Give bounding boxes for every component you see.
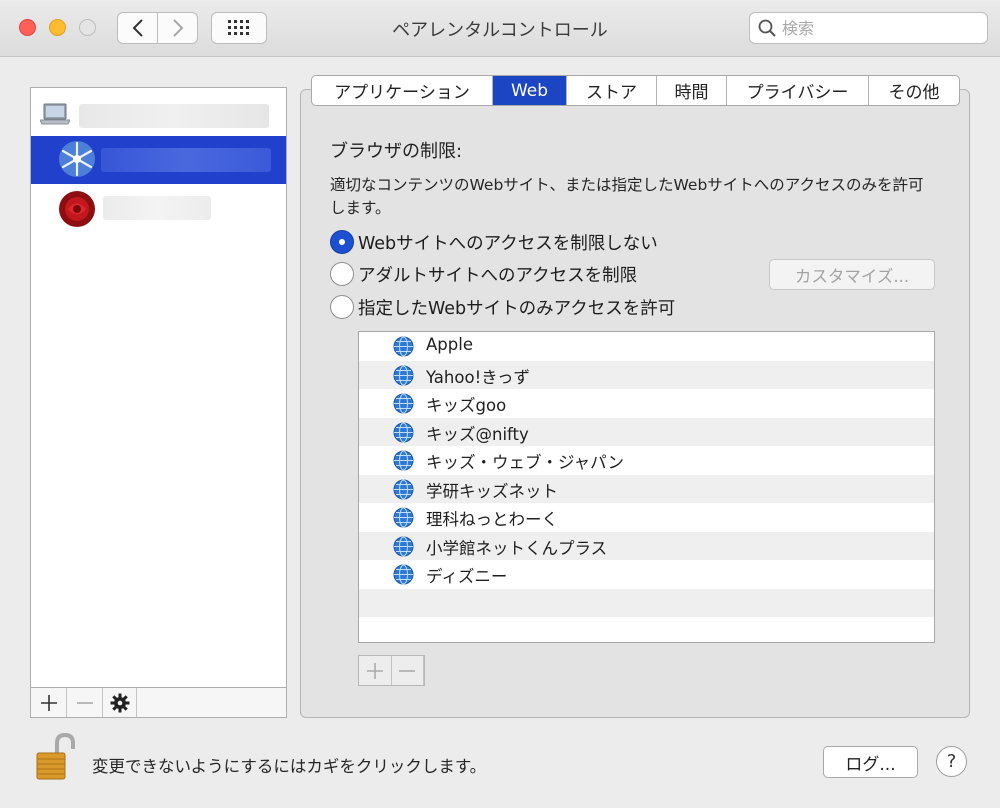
blurred-user-name	[101, 148, 271, 172]
site-name: キッズ・ウェブ・ジャパン	[426, 453, 624, 472]
list-item[interactable]: ディズニー	[359, 560, 934, 589]
site-name: 理科ねっとわーく	[426, 510, 558, 529]
tab-web[interactable]: Web	[493, 76, 567, 105]
user-list-item[interactable]	[31, 186, 286, 234]
search-input[interactable]	[782, 17, 977, 39]
empty-row	[359, 588, 934, 617]
empty-row	[359, 617, 934, 642]
site-name: Apple	[426, 335, 473, 354]
radio-unrestricted-label[interactable]: Webサイトへのアクセスを制限しない	[358, 230, 658, 255]
site-list-toolbar	[358, 655, 425, 686]
remove-site-button[interactable]	[392, 656, 424, 685]
globe-icon	[393, 336, 414, 357]
help-button[interactable]: ?	[936, 746, 967, 777]
tab-applications[interactable]: アプリケーション	[312, 76, 493, 105]
site-name: キッズgoo	[426, 396, 507, 415]
site-name: Yahoo!きっず	[426, 367, 531, 387]
tab-other[interactable]: その他	[869, 76, 959, 105]
globe-icon	[393, 393, 414, 414]
zoom-window-button[interactable]	[79, 19, 96, 36]
show-all-button[interactable]	[211, 12, 267, 44]
globe-icon	[393, 479, 414, 499]
tab-store[interactable]: ストア	[567, 76, 657, 105]
list-item[interactable]: Apple	[359, 332, 934, 361]
site-name: ディズニー	[426, 567, 508, 586]
customize-button[interactable]: カスタマイズ...	[769, 259, 935, 290]
user-list-item-selected[interactable]	[31, 136, 286, 184]
radio-unrestricted[interactable]	[330, 230, 354, 254]
globe-icon	[393, 365, 414, 385]
gear-icon	[110, 693, 129, 712]
list-item[interactable]: キッズgoo	[359, 389, 934, 418]
add-site-button[interactable]	[359, 656, 392, 685]
list-item[interactable]: キッズ・ウェブ・ジャパン	[359, 446, 934, 475]
user-list-toolbar	[30, 687, 287, 718]
add-user-button[interactable]	[31, 688, 67, 717]
radio-limit-adult[interactable]	[330, 262, 354, 286]
section-description: 適切なコンテンツのWebサイト、または指定したWebサイトへのアクセスのみを許可…	[330, 176, 924, 217]
plus-icon	[366, 662, 383, 679]
list-item[interactable]: キッズ@nifty	[359, 417, 934, 446]
blurred-computer-name	[79, 104, 269, 128]
remove-user-button[interactable]	[67, 688, 103, 717]
plus-icon	[40, 694, 57, 711]
forward-button[interactable]	[157, 12, 198, 44]
search-icon	[758, 19, 776, 37]
site-name: 学研キッズネット	[426, 481, 558, 501]
logs-button[interactable]: ログ...	[823, 746, 918, 778]
globe-icon	[393, 507, 414, 528]
globe-icon	[393, 536, 414, 556]
globe-icon	[393, 422, 414, 442]
user-list[interactable]	[30, 87, 287, 689]
lock-hint-text: 変更できないようにするにはカギをクリックします。	[92, 757, 487, 776]
blurred-user-name	[103, 196, 211, 220]
close-window-button[interactable]	[19, 19, 36, 36]
radio-allow-only-label[interactable]: 指定したWebサイトのみアクセスを許可	[358, 295, 675, 320]
globe-icon	[393, 450, 414, 471]
minus-icon	[76, 701, 93, 704]
window-title: ペアレンタルコントロール	[392, 20, 608, 41]
site-name: 小学館ネットくんプラス	[426, 538, 608, 558]
site-name: キッズ@nifty	[426, 424, 529, 444]
list-item[interactable]: 理科ねっとわーく	[359, 503, 934, 532]
minimize-window-button[interactable]	[49, 19, 66, 36]
list-item[interactable]: 小学館ネットくんプラス	[359, 531, 934, 560]
back-button[interactable]	[117, 12, 158, 44]
radio-allow-only[interactable]	[330, 295, 354, 319]
minus-icon	[399, 669, 416, 672]
rose-avatar	[59, 191, 95, 227]
search-field[interactable]	[749, 12, 988, 44]
laptop-icon	[40, 103, 70, 125]
section-title: ブラウザの制限:	[330, 141, 463, 162]
chevron-right-icon	[172, 19, 183, 37]
tab-bar: アプリケーション Web ストア 時間 プライバシー その他	[311, 75, 960, 106]
tab-privacy[interactable]: プライバシー	[727, 76, 869, 105]
tab-time[interactable]: 時間	[657, 76, 727, 105]
allowed-sites-list[interactable]: Apple Yahoo!きっず キッズgoo キッズ@nifty キッズ・ウェブ…	[358, 331, 935, 643]
snowflake-avatar	[59, 141, 95, 177]
chevron-left-icon	[132, 19, 143, 37]
action-menu-button[interactable]	[103, 688, 137, 717]
grid-icon	[228, 20, 249, 35]
list-item[interactable]: 学研キッズネット	[359, 474, 934, 503]
unlocked-lock-icon[interactable]	[35, 733, 75, 781]
user-list-item-computer[interactable]	[31, 94, 286, 138]
globe-icon	[393, 564, 414, 585]
list-item[interactable]: Yahoo!きっず	[359, 360, 934, 389]
radio-limit-adult-label[interactable]: アダルトサイトへのアクセスを制限	[358, 262, 637, 287]
